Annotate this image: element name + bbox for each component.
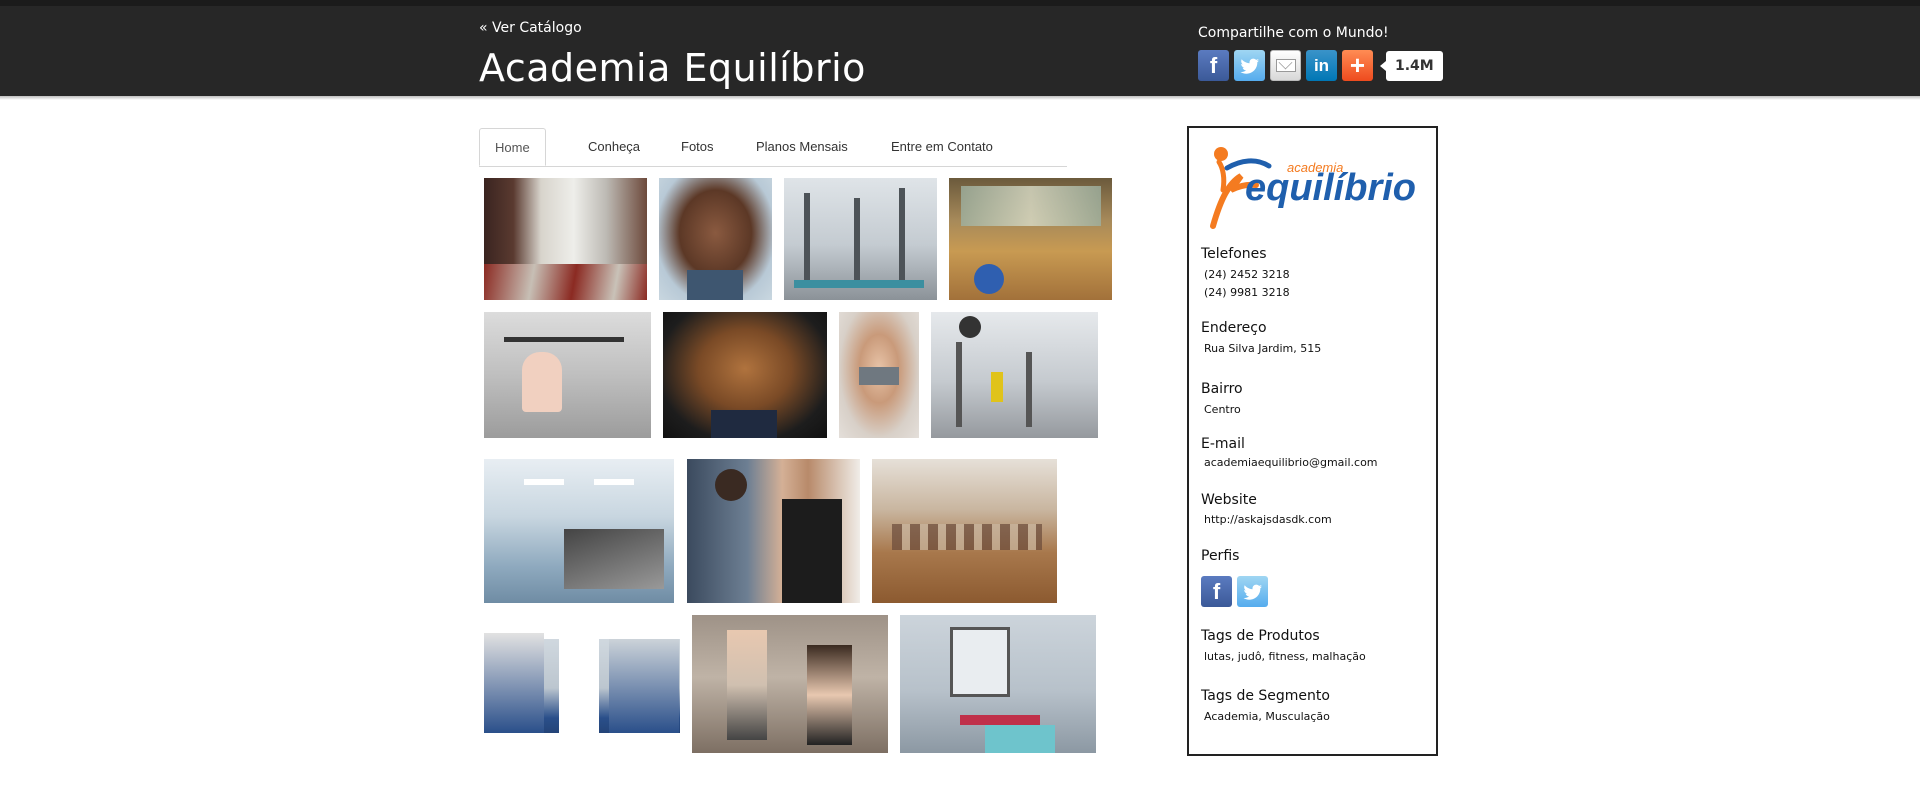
telefone-2: (24) 9981 3218 xyxy=(1204,286,1290,299)
gallery-photo[interactable] xyxy=(692,615,888,753)
gallery-photo[interactable] xyxy=(484,459,674,603)
gallery-photo[interactable] xyxy=(931,312,1098,438)
nav-tabs: Home Conheça Fotos Planos Mensais Entre … xyxy=(479,128,1067,167)
academia-equilibrio-logo: academia equilíbrio xyxy=(1201,138,1426,233)
tab-planos-mensais[interactable]: Planos Mensais xyxy=(756,128,848,166)
telefone-1: (24) 2452 3218 xyxy=(1204,268,1290,281)
back-to-catalog-link[interactable]: « Ver Catálogo xyxy=(479,20,582,36)
email-icon[interactable] xyxy=(1270,50,1301,81)
info-sidebar: academia equilíbrio Telefones (24) 2452 … xyxy=(1187,126,1438,756)
tags-produtos-label: Tags de Produtos xyxy=(1201,628,1320,644)
bairro-value: Centro xyxy=(1204,403,1241,416)
gallery-photo[interactable] xyxy=(872,459,1057,603)
tab-conheca[interactable]: Conheça xyxy=(588,128,640,166)
facebook-icon[interactable]: f xyxy=(1198,50,1229,81)
share-label: Compartilhe com o Mundo! xyxy=(1198,25,1389,41)
gallery-photo[interactable] xyxy=(484,178,647,300)
gallery-photo[interactable] xyxy=(784,178,937,300)
gallery-photo[interactable] xyxy=(663,312,827,438)
email-label: E-mail xyxy=(1201,436,1245,452)
tab-fotos[interactable]: Fotos xyxy=(681,128,714,166)
gallery-photo[interactable] xyxy=(900,615,1096,753)
email-value[interactable]: academiaequilibrio@gmail.com xyxy=(1204,456,1378,469)
website-value[interactable]: http://askajsdasdk.com xyxy=(1204,513,1332,526)
site-header: « Ver Catálogo Academia Equilíbrio Compa… xyxy=(0,0,1920,96)
gallery-photo[interactable] xyxy=(949,178,1112,300)
website-label: Website xyxy=(1201,492,1257,508)
twitter-icon[interactable] xyxy=(1237,576,1268,607)
header-shadow xyxy=(0,96,1920,100)
share-count-badge: 1.4M xyxy=(1380,50,1443,81)
gallery-photo[interactable] xyxy=(659,178,772,300)
tags-produtos-value: lutas, judô, fitness, malhação xyxy=(1204,650,1366,663)
tags-segmento-value: Academia, Musculação xyxy=(1204,710,1330,723)
gallery-photo[interactable] xyxy=(484,312,651,438)
tab-home[interactable]: Home xyxy=(479,128,546,166)
site-title: Academia Equilíbrio xyxy=(479,46,866,90)
share-bar: f in + 1.4M xyxy=(1198,50,1443,81)
plus-icon[interactable]: + xyxy=(1342,50,1373,81)
facebook-icon[interactable]: f xyxy=(1201,576,1232,607)
tab-entre-em-contato[interactable]: Entre em Contato xyxy=(891,128,993,166)
logo-main-text: equilíbrio xyxy=(1245,167,1416,209)
telefones-label: Telefones xyxy=(1201,246,1267,262)
gallery-photo[interactable] xyxy=(484,633,680,733)
bairro-label: Bairro xyxy=(1201,381,1243,397)
gallery-photo[interactable] xyxy=(839,312,919,438)
linkedin-icon[interactable]: in xyxy=(1306,50,1337,81)
endereco-value: Rua Silva Jardim, 515 xyxy=(1204,342,1322,355)
tags-segmento-label: Tags de Segmento xyxy=(1201,688,1330,704)
perfis-label: Perfis xyxy=(1201,548,1240,564)
gallery-photo[interactable] xyxy=(687,459,860,603)
twitter-icon[interactable] xyxy=(1234,50,1265,81)
endereco-label: Endereço xyxy=(1201,320,1267,336)
